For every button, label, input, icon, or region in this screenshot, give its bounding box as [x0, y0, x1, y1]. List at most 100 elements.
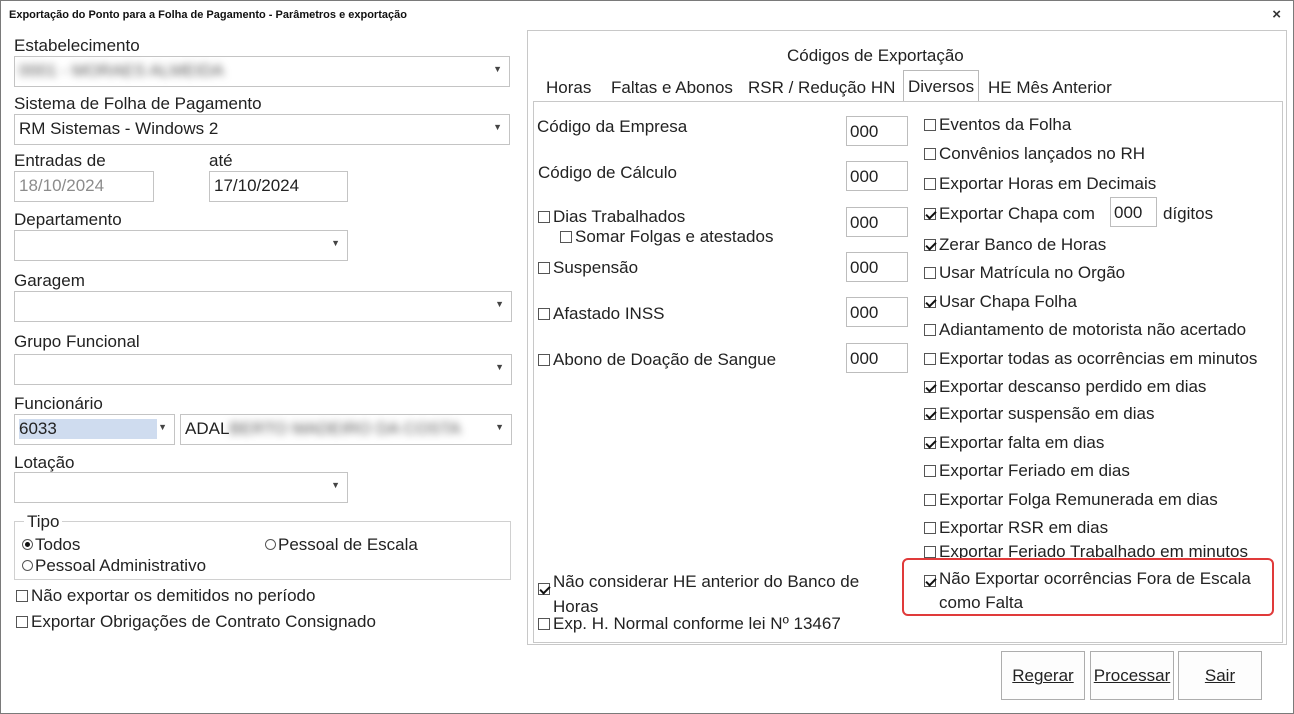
opt-label: Exportar Folga Remunerada em dias	[939, 490, 1218, 509]
chevron-down-icon: ▼	[495, 422, 504, 432]
opt-label: Exportar suspensão em dias	[939, 404, 1155, 423]
close-icon[interactable]: ×	[1272, 6, 1281, 23]
tipo-escala-radio[interactable]: Pessoal de Escala	[265, 535, 418, 555]
opt-label: Exportar Feriado Trabalhado em minutos	[939, 542, 1248, 559]
sistema-select[interactable]: RM Sistemas - Windows 2 ▼	[14, 114, 510, 145]
entradas-label: Entradas de	[14, 151, 106, 170]
entradas-de-field[interactable]: 18/10/2024	[14, 171, 154, 202]
tab-diversos[interactable]: Diversos	[903, 70, 980, 102]
afastado-inss-checkbox[interactable]: Afastado INSS	[538, 304, 665, 324]
opt-exportar-chapa[interactable]: Exportar Chapa com	[924, 204, 1095, 224]
opt-zerar-banco[interactable]: Zerar Banco de Horas	[924, 235, 1106, 255]
chevron-down-icon: ▼	[493, 122, 502, 132]
opt-usar-matricula[interactable]: Usar Matrícula no Orgão	[924, 263, 1125, 283]
codigo-empresa-field[interactable]: 000	[846, 116, 908, 146]
grupo-select[interactable]: ▼	[14, 354, 512, 385]
opt-label: Exportar Chapa com	[939, 204, 1095, 223]
abono-doacao-checkbox[interactable]: Abono de Doação de Sangue	[538, 350, 776, 370]
chapa-digits-field[interactable]: 000	[1110, 197, 1157, 227]
codigo-calculo-label: Código de Cálculo	[538, 163, 677, 182]
departamento-label: Departamento	[14, 210, 122, 229]
exportar-obrigacoes-checkbox[interactable]: Exportar Obrigações de Contrato Consigna…	[16, 612, 376, 632]
exp-h-normal-checkbox[interactable]: Exp. H. Normal conforme lei Nº 13467	[538, 614, 841, 634]
opt-label: Adiantamento de motorista não acertado	[939, 320, 1247, 339]
funcionario-code: 6033	[19, 419, 157, 439]
opt-descanso-perdido[interactable]: Exportar descanso perdido em dias	[924, 377, 1206, 397]
opt-label: Exportar Feriado em dias	[939, 461, 1130, 480]
opt-convenios[interactable]: Convênios lançados no RH	[924, 144, 1145, 164]
checkbox-icon	[924, 465, 936, 477]
tipo-todos-radio[interactable]: Todos	[22, 535, 80, 555]
nao-considerar-he-line1: Não considerar HE anterior do Banco de	[553, 572, 860, 591]
funcionario-code-select[interactable]: 6033 ▼	[14, 414, 175, 445]
codigo-empresa-label: Código da Empresa	[537, 117, 688, 136]
codigo-calculo-field[interactable]: 000	[846, 161, 908, 191]
opt-folga-remunerada[interactable]: Exportar Folga Remunerada em dias	[924, 490, 1218, 510]
garagem-select[interactable]: ▼	[14, 291, 512, 322]
opt-feriado-trabalhado[interactable]: Exportar Feriado Trabalhado em minutos	[924, 542, 1248, 559]
tipo-todos-label: Todos	[35, 535, 81, 554]
chapa-digits-suffix: dígitos	[1163, 204, 1214, 223]
regerar-button[interactable]: Regerar	[1001, 651, 1085, 700]
estabelecimento-select[interactable]: 0001 - MORAES ALMEIDA ▼	[14, 56, 510, 87]
opt-feriado-trabalhado-clip: Exportar Feriado Trabalhado em minutos	[920, 540, 1280, 559]
checkbox-icon	[16, 616, 28, 628]
checkbox-checked-icon	[924, 381, 936, 393]
exportar-obrigacoes-label: Exportar Obrigações de Contrato Consigna…	[31, 612, 376, 631]
ate-field[interactable]: 17/10/2024	[209, 171, 348, 202]
opt-falta-dias[interactable]: Exportar falta em dias	[924, 433, 1104, 453]
nao-exportar-demitidos-label: Não exportar os demitidos no período	[31, 586, 316, 605]
opt-todas-ocorrencias-minutos[interactable]: Exportar todas as ocorrências em minutos	[924, 349, 1257, 369]
sair-button[interactable]: Sair	[1178, 651, 1262, 700]
opt-label: Usar Chapa Folha	[939, 292, 1077, 311]
checkbox-icon	[538, 308, 550, 320]
checkbox-checked-icon	[924, 437, 936, 449]
lotacao-select[interactable]: ▼	[14, 472, 348, 503]
opt-suspensao-dias[interactable]: Exportar suspensão em dias	[924, 404, 1154, 424]
opt-feriado-dias[interactable]: Exportar Feriado em dias	[924, 461, 1130, 481]
garagem-label: Garagem	[14, 271, 85, 290]
highlight-annotation	[902, 558, 1274, 616]
chevron-down-icon: ▼	[158, 422, 167, 432]
dias-trabalhados-checkbox[interactable]: Dias Trabalhados	[538, 207, 685, 227]
checkbox-icon	[924, 353, 936, 365]
nao-considerar-he-checkbox[interactable]: Não considerar HE anterior do Banco de Ho…	[538, 569, 859, 619]
tipo-escala-label: Pessoal de Escala	[278, 535, 418, 554]
opt-usar-chapa-folha[interactable]: Usar Chapa Folha	[924, 292, 1077, 312]
processar-button[interactable]: Processar	[1090, 651, 1174, 700]
chevron-down-icon: ▼	[493, 64, 502, 74]
tab-rsr[interactable]: RSR / Redução HN	[748, 78, 895, 98]
opt-horas-decimais[interactable]: Exportar Horas em Decimais	[924, 174, 1156, 194]
funcionario-name-select[interactable]: ADALBERTO MADEIRO DA COSTA ▼	[180, 414, 512, 445]
opt-label: Usar Matrícula no Orgão	[939, 263, 1126, 282]
tab-horas[interactable]: Horas	[546, 78, 591, 98]
checkbox-checked-icon	[924, 208, 936, 220]
tipo-admin-radio[interactable]: Pessoal Administrativo	[22, 556, 206, 576]
panel-title: Códigos de Exportação	[787, 46, 964, 65]
suspensao-checkbox[interactable]: Suspensão	[538, 258, 638, 278]
opt-rsr-dias[interactable]: Exportar RSR em dias	[924, 518, 1108, 538]
checkbox-icon	[560, 231, 572, 243]
dias-trabalhados-field[interactable]: 000	[846, 207, 908, 237]
departamento-select[interactable]: ▼	[14, 230, 348, 261]
radio-icon	[22, 560, 33, 571]
tab-faltas-abonos[interactable]: Faltas e Abonos	[611, 78, 733, 98]
checkbox-icon	[538, 211, 550, 223]
suspensao-field[interactable]: 000	[846, 252, 908, 282]
somar-folgas-checkbox[interactable]: Somar Folgas e atestados	[560, 227, 773, 247]
opt-adiantamento-motorista[interactable]: Adiantamento de motorista não acertado	[924, 320, 1246, 340]
opt-label: Exportar RSR em dias	[939, 518, 1109, 537]
nao-considerar-he-text: Não considerar HE anterior do Banco de Ho…	[553, 569, 859, 619]
tipo-title: Tipo	[24, 512, 63, 532]
checkbox-icon	[924, 119, 936, 131]
lotacao-label: Lotação	[14, 453, 75, 472]
afastado-inss-field[interactable]: 000	[846, 297, 908, 327]
opt-eventos-folha[interactable]: Eventos da Folha	[924, 115, 1071, 135]
nao-exportar-demitidos-checkbox[interactable]: Não exportar os demitidos no período	[16, 586, 315, 606]
tipo-admin-label: Pessoal Administrativo	[35, 556, 207, 575]
opt-label: Zerar Banco de Horas	[939, 235, 1107, 254]
abono-doacao-field[interactable]: 000	[846, 343, 908, 373]
suspensao-label: Suspensão	[553, 258, 639, 277]
checkbox-icon	[924, 522, 936, 534]
tab-he-mes-anterior[interactable]: HE Mês Anterior	[988, 78, 1112, 98]
